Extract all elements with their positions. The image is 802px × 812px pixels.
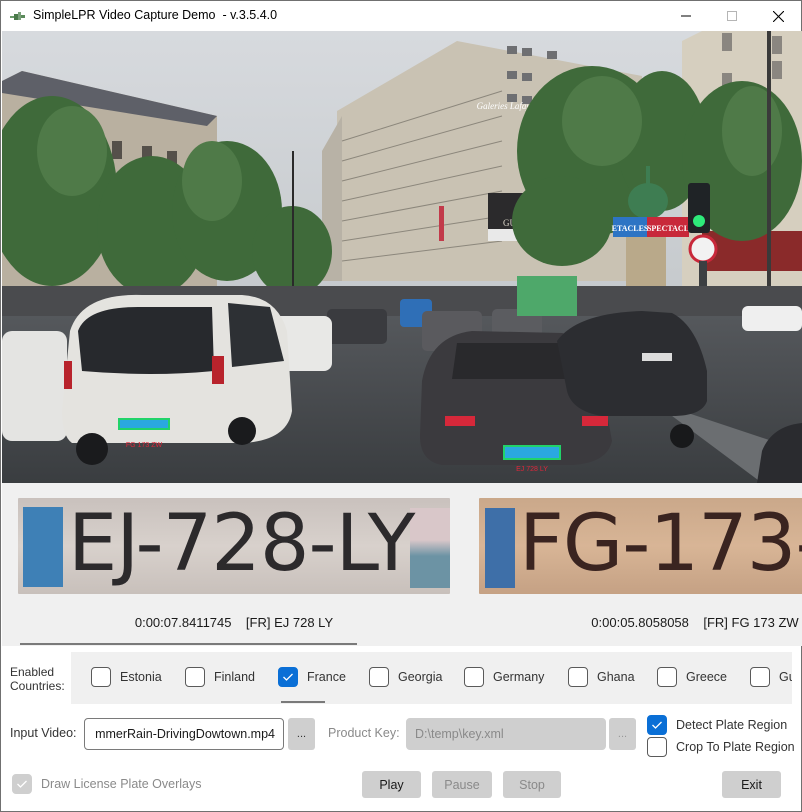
window-title: SimpleLPR Video Capture Demo - v.3.5.4.0 — [33, 8, 278, 22]
kiosk-text-left: ETACLES — [612, 224, 649, 233]
checkmark-icon — [17, 780, 27, 788]
detections-strip[interactable]: EJ-728-LY 0:00:07.8411745 [FR] EJ 728 LY… — [2, 483, 802, 646]
plate-overlay-sedan — [503, 445, 561, 460]
browse-key-button[interactable]: ... — [609, 718, 636, 750]
crop-to-plate-region-option[interactable]: Crop To Plate Region — [647, 737, 795, 757]
country-label: France — [307, 670, 346, 684]
country-label: Ghana — [597, 670, 635, 684]
app-logo-icon — [10, 12, 25, 20]
play-button[interactable]: Play — [362, 771, 421, 798]
label-line: Enabled — [10, 665, 55, 679]
checkbox[interactable] — [568, 667, 588, 687]
plate-overlay-van — [118, 418, 170, 430]
maximize-button[interactable] — [709, 1, 755, 31]
countries-scroll-indicator[interactable] — [281, 701, 325, 703]
country-gu[interactable]: Gu — [750, 666, 792, 688]
country-germany[interactable]: Germany — [464, 666, 544, 688]
title-bar: SimpleLPR Video Capture Demo - v.3.5.4.0 — [1, 1, 801, 31]
country-label: Greece — [686, 670, 727, 684]
product-key-field[interactable]: D:\temp\key.xml — [406, 718, 606, 750]
enabled-countries-label: Enabled Countries: — [10, 665, 65, 693]
countries-list[interactable]: Estonia Finland France Georgia Germany G… — [71, 652, 792, 704]
plate-overlay-van-text: FG 173 ZW — [126, 442, 163, 449]
maximize-icon — [727, 11, 737, 21]
close-icon — [772, 10, 784, 22]
plate-characters: FG-173-Z — [519, 499, 802, 589]
product-key-label: Product Key: — [328, 726, 400, 740]
input-video-value: mmerRain-DrivingDowtown.mp4 — [95, 727, 275, 741]
checkbox[interactable] — [657, 667, 677, 687]
checkbox[interactable] — [278, 667, 298, 687]
checkbox[interactable] — [750, 667, 770, 687]
detection-caption: 0:00:07.8411745 [FR] EJ 728 LY — [134, 615, 334, 630]
plate-crop-image: FG-173-Z — [479, 498, 802, 594]
input-video-label: Input Video: — [10, 726, 77, 740]
minimize-icon — [681, 15, 691, 17]
country-finland[interactable]: Finland — [185, 666, 255, 688]
white-van: FG 173 ZW — [62, 294, 292, 465]
country-label: Gu — [779, 670, 792, 684]
checkbox[interactable] — [464, 667, 484, 687]
country-georgia[interactable]: Georgia — [369, 666, 442, 688]
country-label: Germany — [493, 670, 545, 684]
option-label: Draw License Plate Overlays — [41, 777, 202, 791]
country-france[interactable]: France — [278, 666, 346, 688]
country-label: Finland — [214, 670, 255, 684]
exit-button[interactable]: Exit — [722, 771, 781, 798]
stop-button[interactable]: Stop — [503, 771, 561, 798]
draw-overlays-option[interactable]: Draw License Plate Overlays — [12, 774, 201, 794]
checkbox[interactable] — [369, 667, 389, 687]
checkbox[interactable] — [91, 667, 111, 687]
app-window: SimpleLPR Video Capture Demo - v.3.5.4.0 — [0, 0, 802, 812]
plate-overlay-sedan-text: EJ 728 LY — [516, 466, 548, 473]
input-video-field[interactable]: mmerRain-DrivingDowtown.mp4 — [84, 718, 284, 750]
country-ghana[interactable]: Ghana — [568, 666, 635, 688]
country-estonia[interactable]: Estonia — [91, 666, 162, 688]
pause-button[interactable]: Pause — [432, 771, 492, 798]
country-label: Georgia — [398, 670, 443, 684]
detection-card[interactable]: EJ-728-LY 0:00:07.8411745 [FR] EJ 728 LY — [18, 498, 450, 630]
detect-plate-region-option[interactable]: Detect Plate Region — [647, 715, 787, 735]
detection-caption: 0:00:05.8058058 [FR] FG 173 ZW — [591, 615, 799, 630]
checkmark-icon — [283, 673, 293, 681]
eu-band — [485, 508, 515, 588]
kiosk-text-right: SPECTACL — [647, 224, 689, 233]
label-line: Countries: — [10, 679, 65, 693]
close-button[interactable] — [755, 1, 801, 31]
product-key-value: D:\temp\key.xml — [415, 727, 504, 741]
plate-characters: EJ-728-LY — [68, 499, 415, 589]
video-frame: GUCCI Galeries Lafayette — [2, 31, 802, 483]
country-label: Estonia — [120, 670, 162, 684]
regional-band — [410, 508, 450, 588]
checkbox[interactable] — [12, 774, 32, 794]
checkbox[interactable] — [185, 667, 205, 687]
plate-crop-image: EJ-728-LY — [18, 498, 450, 594]
option-label: Crop To Plate Region — [676, 740, 795, 754]
detection-card[interactable]: FG-173-Z 0:00:05.8058058 [FR] FG 173 ZW — [479, 498, 802, 630]
browse-video-button[interactable]: ... — [288, 718, 315, 750]
detections-scrollbar[interactable] — [20, 643, 357, 645]
checkmark-icon — [652, 721, 662, 729]
checkbox[interactable] — [647, 715, 667, 735]
minimize-button[interactable] — [663, 1, 709, 31]
checkbox[interactable] — [647, 737, 667, 757]
option-label: Detect Plate Region — [676, 718, 788, 732]
eu-band — [23, 507, 63, 587]
country-greece[interactable]: Greece — [657, 666, 727, 688]
